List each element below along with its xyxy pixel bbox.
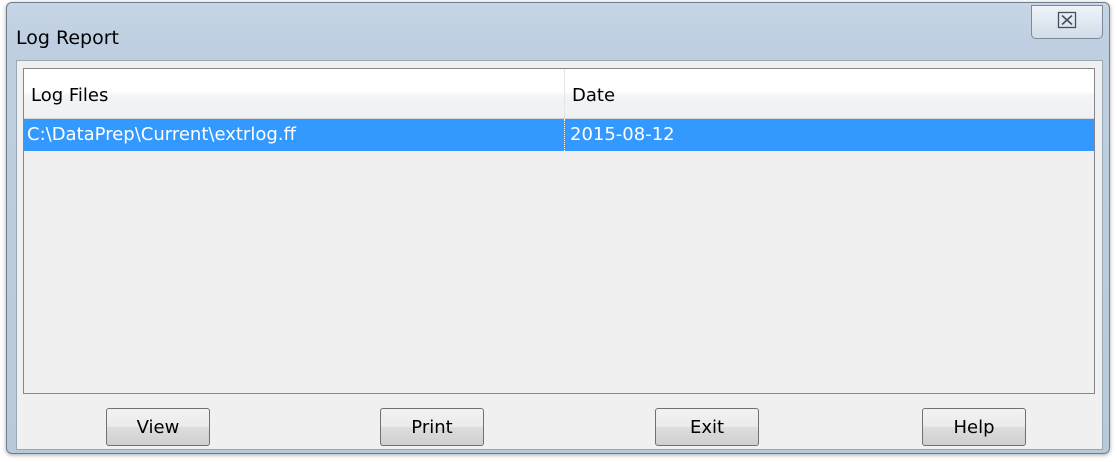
column-header-date[interactable]: Date [565, 69, 1094, 118]
column-header-log-files[interactable]: Log Files [24, 69, 565, 118]
list-header: Log Files Date [24, 69, 1094, 119]
close-icon [1057, 10, 1077, 34]
button-bar: View Print Exit Help [17, 394, 1102, 449]
exit-button[interactable]: Exit [655, 408, 759, 446]
cell-date: 2015-08-12 [570, 124, 675, 145]
print-button[interactable]: Print [380, 408, 484, 446]
list-row-selected[interactable]: C:\DataPrep\Current\extrlog.ff 2015-08-1… [24, 119, 1094, 151]
title-bar[interactable]: Log Report [7, 3, 1109, 63]
dialog-client-area: Log Files Date C:\DataPrep\Current\extrl… [16, 60, 1103, 450]
cell-log-file: C:\DataPrep\Current\extrlog.ff [24, 119, 565, 151]
window-title: Log Report [16, 27, 119, 49]
close-button[interactable] [1031, 5, 1103, 39]
log-report-window: Log Report Log Files Date C:\DataPrep\Cu… [6, 2, 1110, 454]
help-button[interactable]: Help [922, 408, 1026, 446]
view-button[interactable]: View [106, 408, 210, 446]
log-files-list[interactable]: Log Files Date C:\DataPrep\Current\extrl… [23, 68, 1095, 394]
